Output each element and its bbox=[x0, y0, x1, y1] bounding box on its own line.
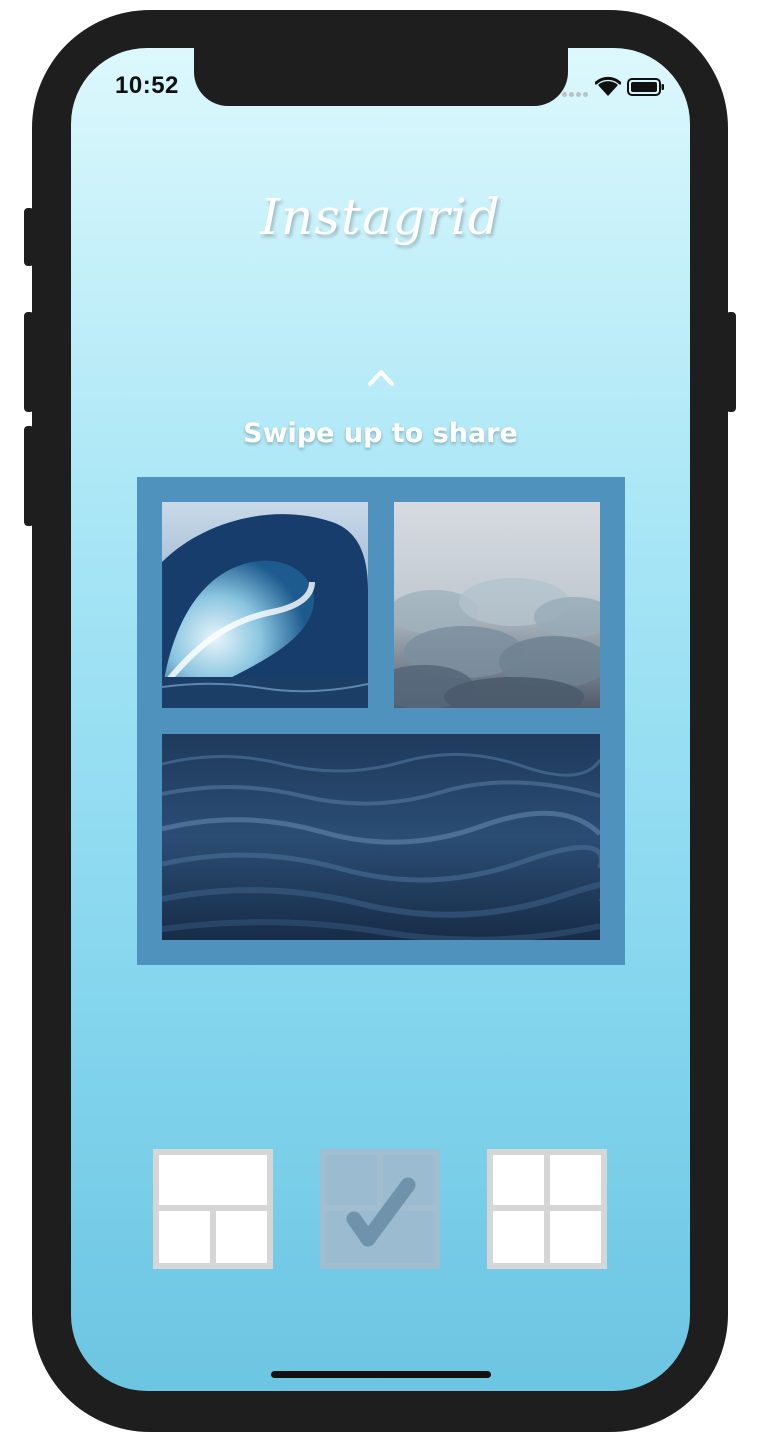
layout-button-1[interactable] bbox=[153, 1149, 273, 1269]
wave-photo[interactable] bbox=[162, 502, 368, 708]
sea-photo[interactable] bbox=[162, 734, 600, 940]
cellular-signal-icon bbox=[562, 92, 588, 98]
photo-grid[interactable] bbox=[137, 477, 625, 965]
wifi-icon bbox=[595, 76, 621, 96]
mute-switch bbox=[24, 208, 34, 266]
app-title: Instagrid bbox=[260, 188, 501, 246]
battery-icon bbox=[627, 78, 664, 96]
notch bbox=[194, 48, 568, 106]
volume-down-button bbox=[24, 426, 34, 526]
swipe-up-arrow-icon bbox=[71, 366, 690, 406]
layout-button-3[interactable] bbox=[487, 1149, 607, 1269]
clouds-photo[interactable] bbox=[394, 502, 600, 708]
app-screen: 10:52 Instagrid Swipe up to share bbox=[71, 48, 690, 1391]
swipe-up-label[interactable]: Swipe up to share bbox=[71, 418, 690, 449]
volume-up-button bbox=[24, 312, 34, 412]
home-indicator[interactable] bbox=[271, 1371, 491, 1378]
power-button bbox=[726, 312, 736, 412]
status-time: 10:52 bbox=[115, 72, 179, 99]
layout-button-2[interactable] bbox=[320, 1149, 440, 1269]
